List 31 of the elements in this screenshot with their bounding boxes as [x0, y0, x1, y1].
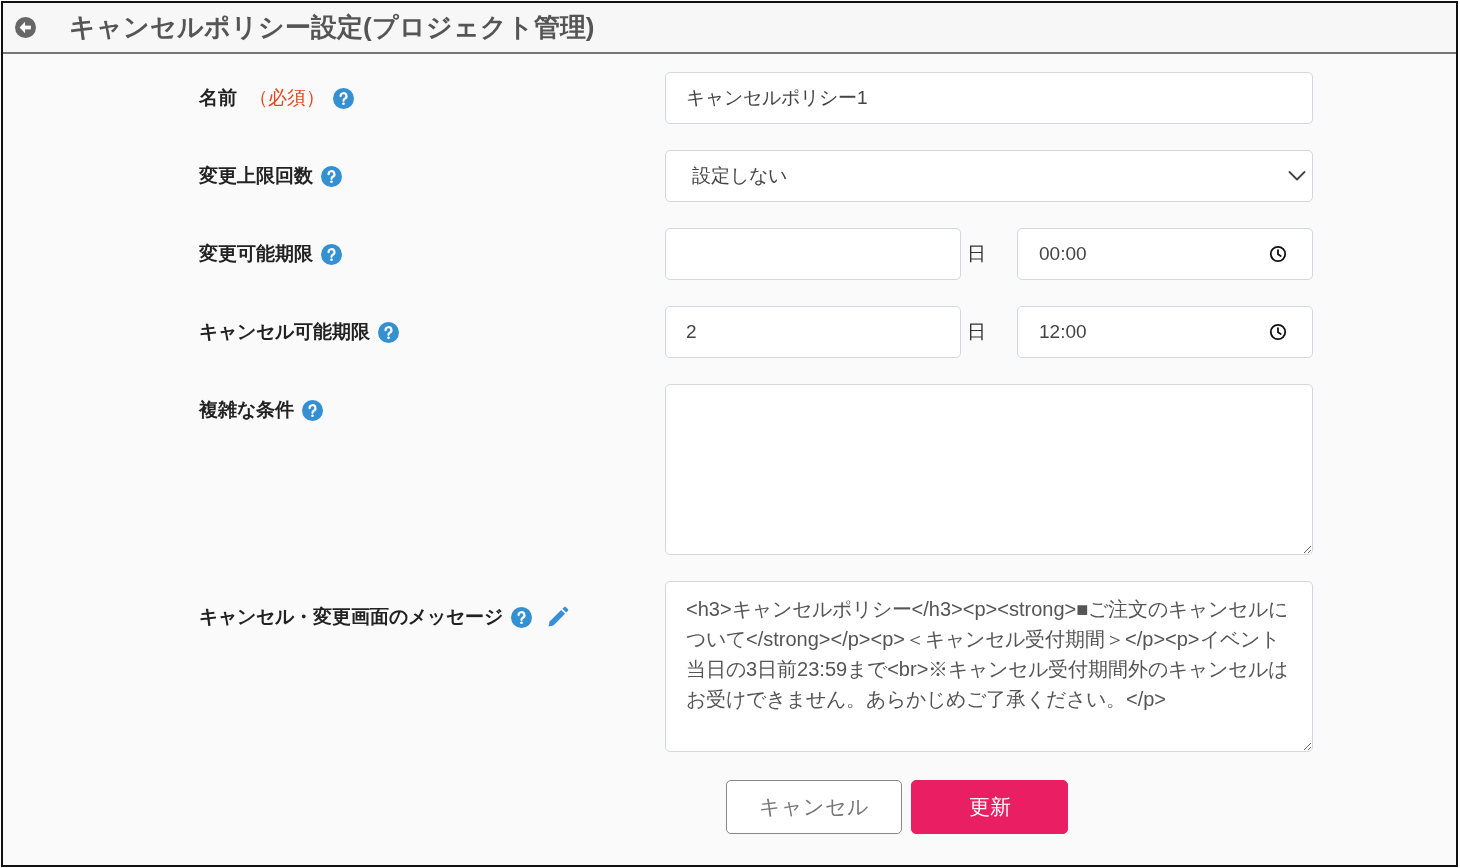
select-field[interactable]: 設定しない [665, 150, 1313, 202]
field-label: キャンセル可能期限 [199, 319, 370, 344]
cancel-button[interactable]: キャンセル [726, 780, 902, 834]
text-field[interactable]: キャンセルポリシー1 [665, 72, 1313, 124]
clock-icon[interactable] [1269, 245, 1287, 263]
text-area-field[interactable]: <h3>キャンセルポリシー</h3><p><strong>■ご注文のキャンセルについて</strong></p><p>＜キャンセル受付期間＞</p><p>イベント当日の3日前23:59まで<br>※キャンセル受付期間外のキャンセルはお受けできません。あらかじめご了承ください。</p> [665, 581, 1313, 752]
clock-icon[interactable] [1269, 323, 1287, 341]
help-icon[interactable] [321, 165, 342, 187]
field-label: 変更上限回数 [199, 163, 313, 188]
day-unit-label: 日 [966, 241, 987, 266]
update-button[interactable]: 更新 [911, 780, 1068, 834]
day-field[interactable] [665, 228, 961, 280]
day-unit-label: 日 [966, 319, 987, 344]
day-field[interactable]: 2 [665, 306, 961, 358]
help-icon[interactable] [302, 399, 323, 421]
field-label: 名前 [199, 85, 237, 110]
text-area-field[interactable] [665, 384, 1313, 555]
help-icon[interactable] [511, 606, 532, 628]
time-field[interactable]: 00:00 [1017, 228, 1313, 280]
back-icon[interactable] [15, 17, 36, 38]
field-label: 複雑な条件 [199, 397, 294, 422]
chevron-icon [1288, 170, 1306, 182]
time-field[interactable]: 12:00 [1017, 306, 1313, 358]
field-label: 変更可能期限 [199, 241, 313, 266]
required-note: （必須） [249, 85, 325, 110]
page-title: キャンセルポリシー設定(プロジェクト管理) [69, 11, 595, 44]
help-icon[interactable] [333, 87, 354, 109]
help-icon[interactable] [321, 243, 342, 265]
field-label: キャンセル・変更画面のメッセージ [199, 604, 503, 629]
help-icon[interactable] [378, 321, 399, 343]
pencil-icon[interactable] [547, 606, 569, 628]
